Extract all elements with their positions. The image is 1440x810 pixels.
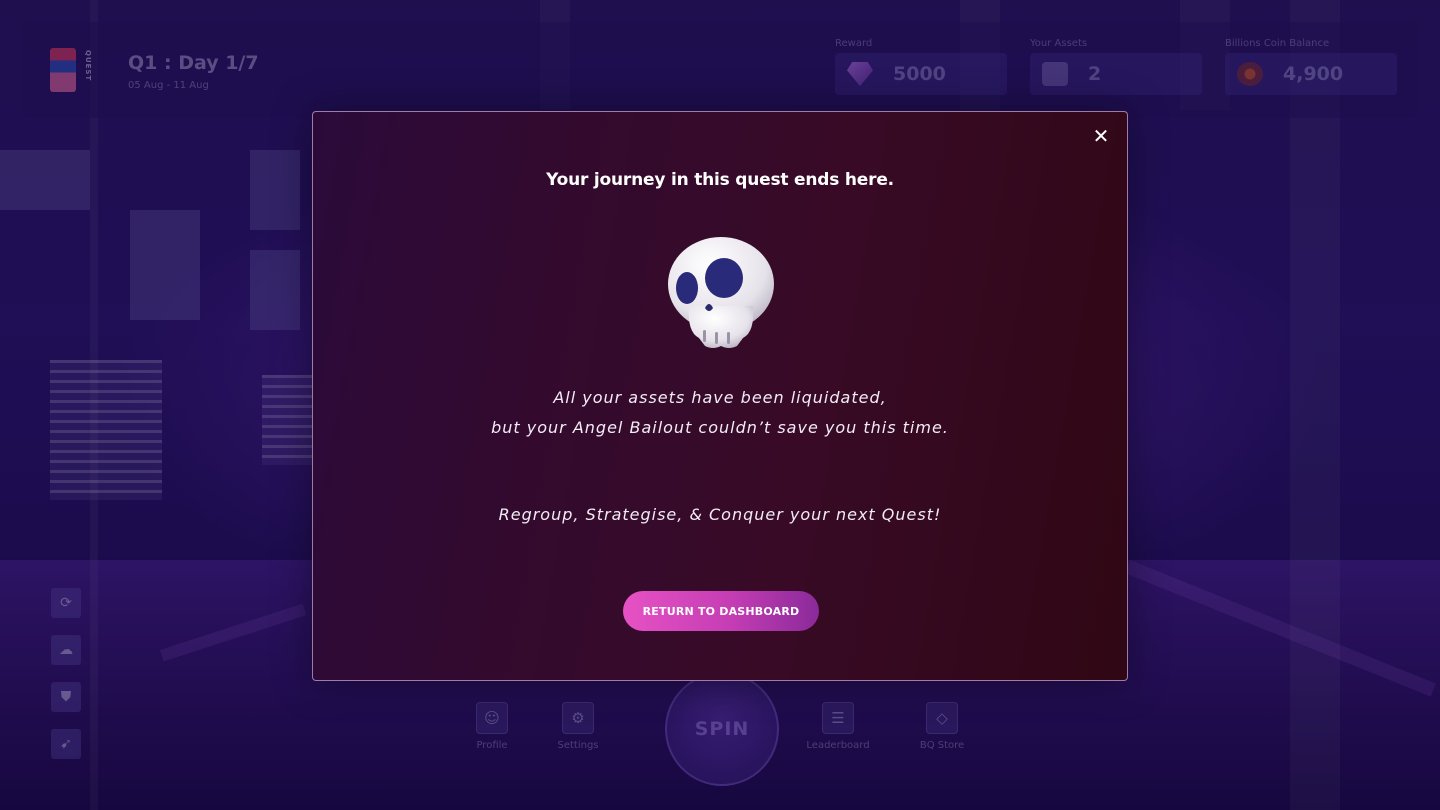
liquidation-message: All your assets have been liquidated, — [553, 388, 887, 407]
encouragement-message: Regroup, Strategise, & Conquer your next… — [498, 505, 942, 524]
skull-icon — [668, 237, 774, 348]
return-to-dashboard-button[interactable]: RETURN TO DASHBOARD — [623, 591, 819, 631]
modal-title: Your journey in this quest ends here. — [546, 170, 894, 190]
bailout-message: but your Angel Bailout couldn’t save you… — [491, 418, 949, 437]
quest-ended-modal: ✕ Your journey in this quest ends here. … — [312, 111, 1128, 681]
close-icon[interactable]: ✕ — [1089, 124, 1113, 148]
